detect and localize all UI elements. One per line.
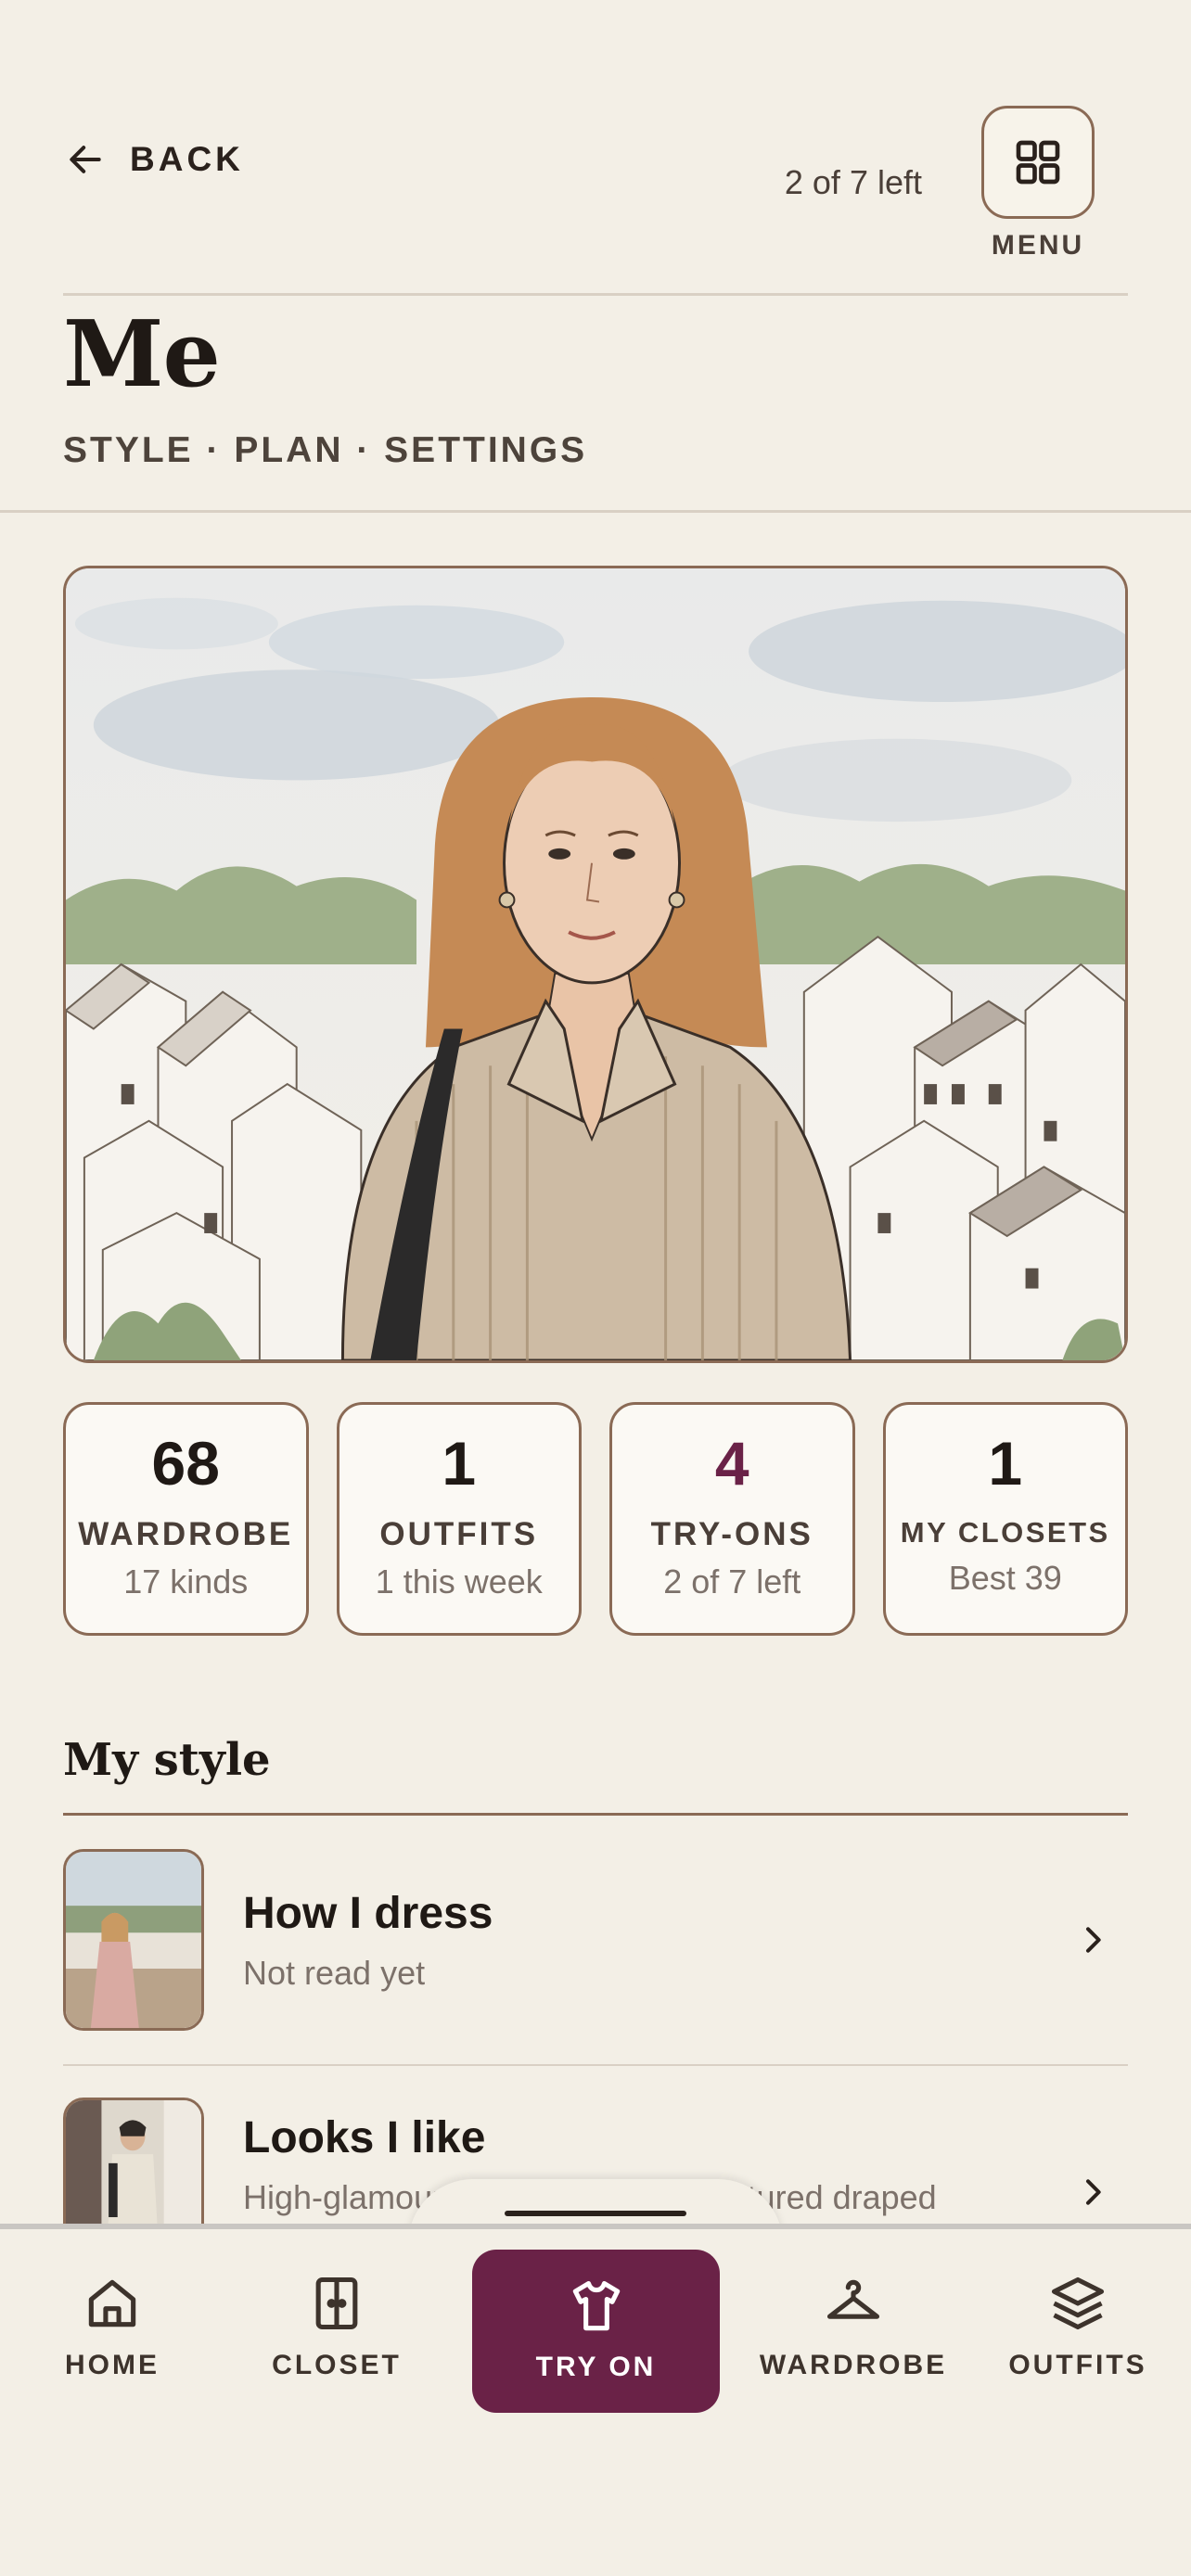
stat-label: MY CLOSETS xyxy=(900,1516,1110,1549)
hanger-icon xyxy=(826,2279,880,2319)
stat-my-closets[interactable]: 1 MY CLOSETS Best 39 xyxy=(882,1402,1128,1636)
photo-thumbnail xyxy=(66,2100,201,2224)
profile-portrait[interactable] xyxy=(63,566,1128,1363)
layers-icon xyxy=(1051,2276,1105,2330)
stat-sub: 17 kinds xyxy=(123,1562,249,1600)
tab-outfits[interactable]: OUTFITS xyxy=(1004,2272,1152,2381)
stat-value: 4 xyxy=(714,1429,749,1498)
tab-closet[interactable]: CLOSET xyxy=(269,2272,404,2381)
drag-handle[interactable] xyxy=(505,2211,686,2216)
back-label: BACK xyxy=(130,140,244,178)
photo-thumbnail xyxy=(66,1852,201,2028)
thumbnail-image xyxy=(63,2098,204,2224)
tab-label: CLOSET xyxy=(272,2350,402,2380)
divider xyxy=(63,2064,1128,2066)
stat-label: WARDROBE xyxy=(78,1516,294,1552)
list-item-title: Looks I like xyxy=(243,2113,486,2162)
stat-wardrobe[interactable]: 68 WARDROBE 17 kinds xyxy=(63,1402,309,1636)
divider xyxy=(63,293,1128,296)
tab-label: TRY ON xyxy=(535,2352,657,2382)
stat-label: OUTFITS xyxy=(379,1516,539,1552)
chevron-right-icon xyxy=(1086,1927,1101,1953)
me-screen: BACK 2 of 7 left MENU Me STYLE · PLAN · … xyxy=(0,0,1191,2576)
menu-button[interactable] xyxy=(981,106,1095,219)
grid-icon xyxy=(1016,140,1060,185)
tab-label: WARDROBE xyxy=(759,2350,948,2380)
stat-sub: 1 this week xyxy=(375,1562,543,1600)
divider xyxy=(63,1813,1128,1816)
list-item-title: How I dress xyxy=(243,1888,493,1938)
stat-value: 1 xyxy=(988,1429,1023,1498)
thumbnail-image xyxy=(63,1849,204,2031)
shirt-icon xyxy=(572,2280,620,2331)
home-icon xyxy=(88,2279,136,2327)
tries-left-counter: 2 of 7 left xyxy=(784,163,922,201)
closet-icon xyxy=(315,2276,358,2330)
list-item-how-i-dress[interactable]: How I dress Not read yet xyxy=(63,1847,1128,2033)
tab-try-on[interactable]: TRY ON xyxy=(472,2250,720,2413)
page-subnav: STYLE · PLAN · SETTINGS xyxy=(63,430,588,470)
stat-try-ons[interactable]: 4 TRY-ONS 2 of 7 left xyxy=(609,1402,855,1636)
stat-outfits[interactable]: 1 OUTFITS 1 this week xyxy=(336,1402,582,1636)
page-title: Me xyxy=(63,301,221,408)
tab-label: HOME xyxy=(65,2350,160,2380)
stat-sub: Best 39 xyxy=(948,1559,1062,1597)
tab-home[interactable]: HOME xyxy=(54,2272,171,2381)
tab-label: OUTFITS xyxy=(1008,2350,1147,2380)
tab-wardrobe[interactable]: WARDROBE xyxy=(753,2272,954,2381)
divider xyxy=(0,510,1191,513)
portrait-illustration xyxy=(66,568,1125,1360)
arrow-left-icon xyxy=(70,146,101,173)
stat-value: 68 xyxy=(151,1429,220,1498)
section-title-my-style: My style xyxy=(63,1734,271,1786)
chevron-right-icon xyxy=(1086,2179,1101,2205)
stats-row: 68 WARDROBE 17 kinds 1 OUTFITS 1 this we… xyxy=(63,1402,1128,1636)
stat-sub: 2 of 7 left xyxy=(663,1562,801,1600)
stat-label: TRY-ONS xyxy=(650,1516,813,1552)
back-button[interactable]: BACK xyxy=(65,139,244,180)
list-item-subtitle: Not read yet xyxy=(243,1953,426,1992)
stat-value: 1 xyxy=(442,1429,477,1498)
menu-label: MENU xyxy=(991,230,1085,261)
